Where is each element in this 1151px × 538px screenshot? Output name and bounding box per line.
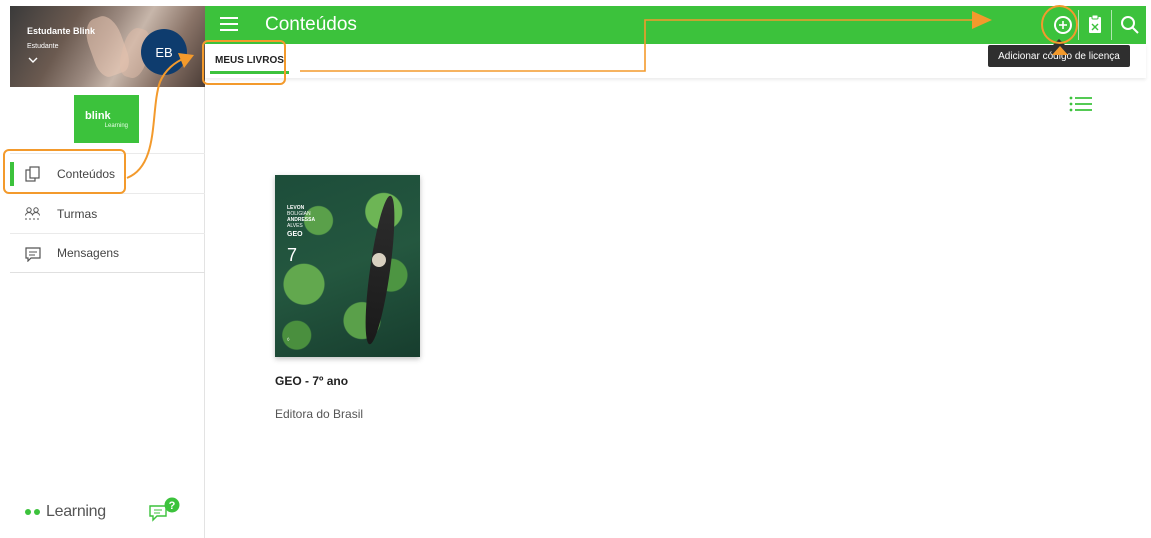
user-name: Estudante Blink bbox=[27, 26, 96, 36]
sidebar-item-mensagens[interactable]: Mensagens bbox=[10, 233, 205, 273]
toolbar-separator bbox=[1078, 10, 1079, 40]
hamburger-menu-icon[interactable] bbox=[220, 16, 238, 32]
footer-logo-text: Learning bbox=[46, 503, 106, 520]
sidebar-item-label: Mensagens bbox=[57, 246, 120, 260]
chevron-down-icon[interactable] bbox=[28, 55, 38, 65]
annotation-highlight-add-button bbox=[1041, 5, 1078, 44]
top-bar: Conteúdos bbox=[205, 6, 1146, 44]
brand-name: blink bbox=[85, 110, 111, 122]
book-publisher: Editora do Brasil bbox=[275, 407, 364, 421]
book-cover[interactable]: LEVON BOLIGIAN ANDRESSA ALVES GEO 7 ◊ bbox=[275, 175, 420, 357]
sidebar-item-turmas[interactable]: Turmas bbox=[10, 193, 205, 233]
toolbar-separator bbox=[1111, 10, 1112, 40]
cover-publisher-logo: ◊ bbox=[287, 337, 290, 343]
footer-logo: Learning bbox=[25, 503, 106, 521]
brand-logo: blink Learning bbox=[74, 95, 139, 143]
user-role: Estudante bbox=[27, 43, 59, 50]
sidebar-item-label: Turmas bbox=[57, 206, 98, 221]
annotation-highlight-conteudos bbox=[3, 149, 126, 194]
cover-subject: GEO bbox=[287, 231, 303, 238]
cover-image-boat bbox=[359, 194, 401, 346]
help-chat-icon[interactable]: ? bbox=[148, 497, 182, 523]
cover-author-2-last: ALVES bbox=[287, 223, 303, 229]
cover-image-person bbox=[372, 253, 386, 267]
avatar[interactable]: EB bbox=[141, 29, 187, 75]
sidebar: Estudante Blink Estudante EB blink Learn… bbox=[10, 6, 205, 538]
message-icon bbox=[25, 247, 41, 262]
page-title: Conteúdos bbox=[265, 14, 357, 35]
profile-header[interactable]: Estudante Blink Estudante EB bbox=[10, 6, 205, 87]
search-icon[interactable] bbox=[1119, 13, 1141, 37]
cover-authors: LEVON BOLIGIAN ANDRESSA ALVES bbox=[287, 205, 315, 229]
help-badge-text: ? bbox=[169, 500, 176, 512]
logo-dot bbox=[25, 509, 31, 515]
cover-grade: 7 bbox=[287, 245, 298, 265]
annotation-highlight-tab bbox=[202, 40, 286, 85]
people-icon bbox=[25, 207, 40, 220]
book-title[interactable]: GEO - 7º ano bbox=[275, 374, 348, 388]
tooltip: Adicionar código de licença bbox=[988, 39, 1130, 67]
clipboard-icon[interactable] bbox=[1084, 13, 1106, 37]
brand-sub: Learning bbox=[104, 123, 128, 129]
list-view-icon[interactable] bbox=[1069, 95, 1093, 113]
logo-dot bbox=[34, 509, 40, 515]
